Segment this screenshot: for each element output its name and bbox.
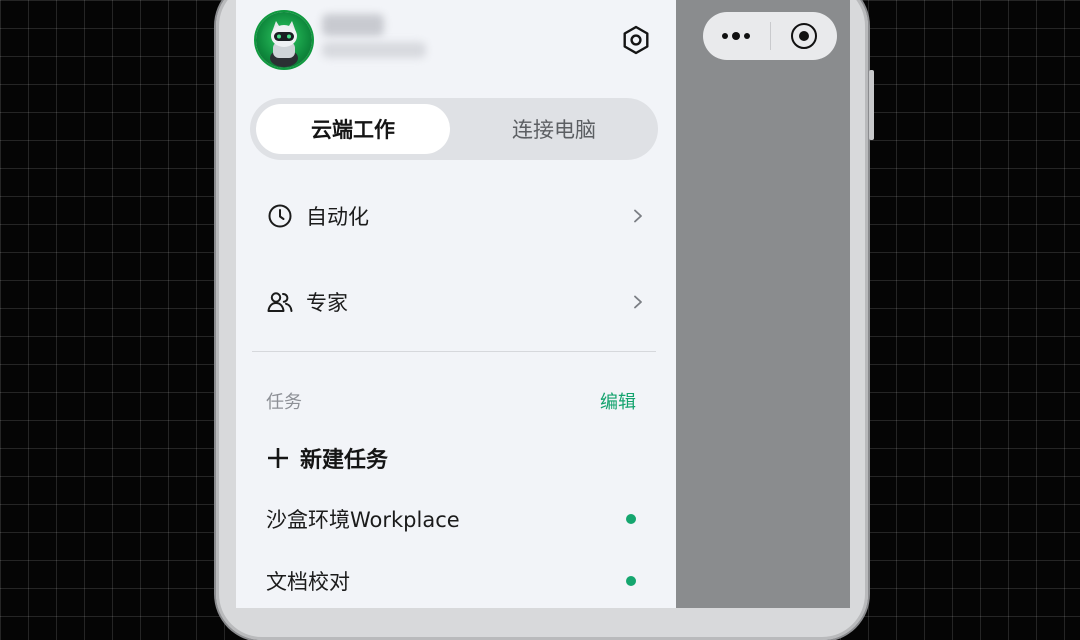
mode-switch: 云端工作 连接电脑 [250, 98, 658, 160]
side-drawer: 云端工作 连接电脑 自动化 专家 任务 编辑 新建任务 沙盒环境Workplac… [236, 0, 676, 608]
user-subtitle-blurred [322, 42, 426, 58]
avatar[interactable] [256, 12, 312, 68]
settings-button[interactable] [620, 24, 652, 56]
clock-icon [266, 202, 294, 230]
edit-tasks-button[interactable]: 编辑 [600, 388, 636, 414]
tab-cloud-work[interactable]: 云端工作 [256, 104, 450, 154]
task-item[interactable]: 沙盒环境Workplace [266, 504, 636, 534]
miniprogram-capsule [703, 12, 837, 60]
new-task-label: 新建任务 [300, 448, 389, 473]
tasks-section-title: 任务 [266, 392, 302, 413]
tab-connect-pc[interactable]: 连接电脑 [456, 104, 652, 154]
task-item-label: 沙盒环境Workplace [266, 508, 460, 532]
settings-hexagon-icon [623, 25, 649, 55]
menu-item-experts[interactable]: 专家 [266, 282, 646, 322]
menu-item-label: 自动化 [306, 205, 369, 229]
status-dot [626, 576, 636, 586]
robot-avatar-icon [270, 21, 298, 67]
more-button[interactable] [703, 12, 770, 60]
new-task-button[interactable]: 新建任务 [266, 442, 388, 474]
chevron-right-icon [630, 294, 646, 310]
user-name-blurred [322, 14, 384, 36]
plus-icon [266, 446, 290, 470]
chevron-right-icon [630, 208, 646, 224]
task-item-label: 文档校对 [266, 570, 350, 594]
users-icon [266, 288, 294, 316]
menu-item-label: 专家 [306, 291, 348, 315]
task-item[interactable]: 文档校对 [266, 566, 636, 596]
menu-item-automation[interactable]: 自动化 [266, 196, 646, 236]
section-divider [252, 351, 656, 352]
phone-screen: 云端工作 连接电脑 自动化 专家 任务 编辑 新建任务 沙盒环境Workplac… [236, 0, 850, 608]
close-miniprogram-button[interactable] [771, 12, 838, 60]
more-dots-icon [722, 32, 751, 40]
record-circle-icon [790, 23, 817, 49]
status-dot [626, 514, 636, 524]
phone-side-button [869, 70, 874, 140]
